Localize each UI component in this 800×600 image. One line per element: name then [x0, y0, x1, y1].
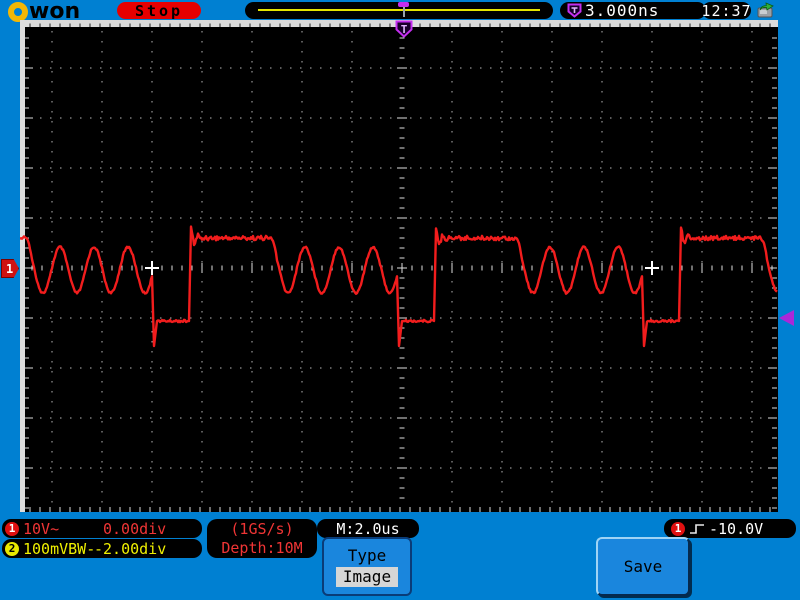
save-type-button[interactable]: Type Image	[322, 537, 412, 596]
channel-1-scale: 10V~	[23, 520, 59, 538]
trigger-position-pin-cap[interactable]	[398, 2, 409, 7]
channel-1-position-label: 1	[6, 262, 13, 276]
trigger-level-arrow[interactable]	[779, 310, 794, 326]
channel-1-offset: 0.00div	[103, 520, 166, 538]
save-type-value: Image	[336, 567, 398, 587]
trigger-time-value: 3.000ns	[585, 1, 659, 20]
run-state-badge: Stop	[117, 2, 201, 19]
save-button-label: Save	[624, 557, 663, 576]
channel-2-scale: 100mVBW-	[23, 540, 95, 558]
scope-display: T	[20, 20, 778, 512]
logo-ring-icon	[8, 2, 28, 22]
acquisition-status: (1GS/s) Depth:10M	[207, 519, 317, 558]
left-ruler	[20, 27, 25, 512]
scope-background	[20, 20, 778, 512]
usb-storage-icon	[754, 2, 776, 19]
clock-value: 12:37	[701, 2, 751, 20]
timebase-status: M:2.0us	[317, 519, 419, 538]
channel-1-position-marker[interactable]: 1	[1, 259, 19, 278]
memory-depth: Depth:10M	[221, 539, 302, 558]
channel-2-status: 2 100mVBW- -2.00div	[2, 539, 202, 558]
trigger-time-readout: 3.000ns	[560, 2, 706, 19]
horizontal-position-bar[interactable]	[245, 2, 553, 19]
save-type-label: Type	[348, 546, 387, 565]
rising-edge-icon	[689, 522, 706, 536]
trigger-position-marker-label: T	[401, 23, 408, 36]
channel-1-status: 1 10V~ 0.00div	[2, 519, 202, 538]
sample-rate: (1GS/s)	[230, 520, 293, 539]
channel-1-badge: 1	[5, 522, 19, 536]
save-button[interactable]: Save	[596, 537, 690, 596]
clock: 12:37	[702, 2, 751, 19]
channel-2-offset: -2.00div	[94, 540, 166, 558]
record-span-line	[258, 9, 540, 11]
logo-text: won	[29, 2, 80, 22]
trigger-t-icon	[567, 3, 582, 18]
timebase-value: M:2.0us	[336, 520, 399, 538]
trigger-source-badge: 1	[671, 522, 685, 536]
trigger-status: 1 -10.0V	[664, 519, 796, 538]
trigger-level-value: -10.0V	[709, 520, 763, 538]
run-state-label: Stop	[135, 2, 183, 20]
oscilloscope-screen: won Stop 3.000ns 12:37 T 1 1 10V~ 0.00di…	[0, 0, 800, 600]
channel-2-badge: 2	[5, 542, 19, 556]
